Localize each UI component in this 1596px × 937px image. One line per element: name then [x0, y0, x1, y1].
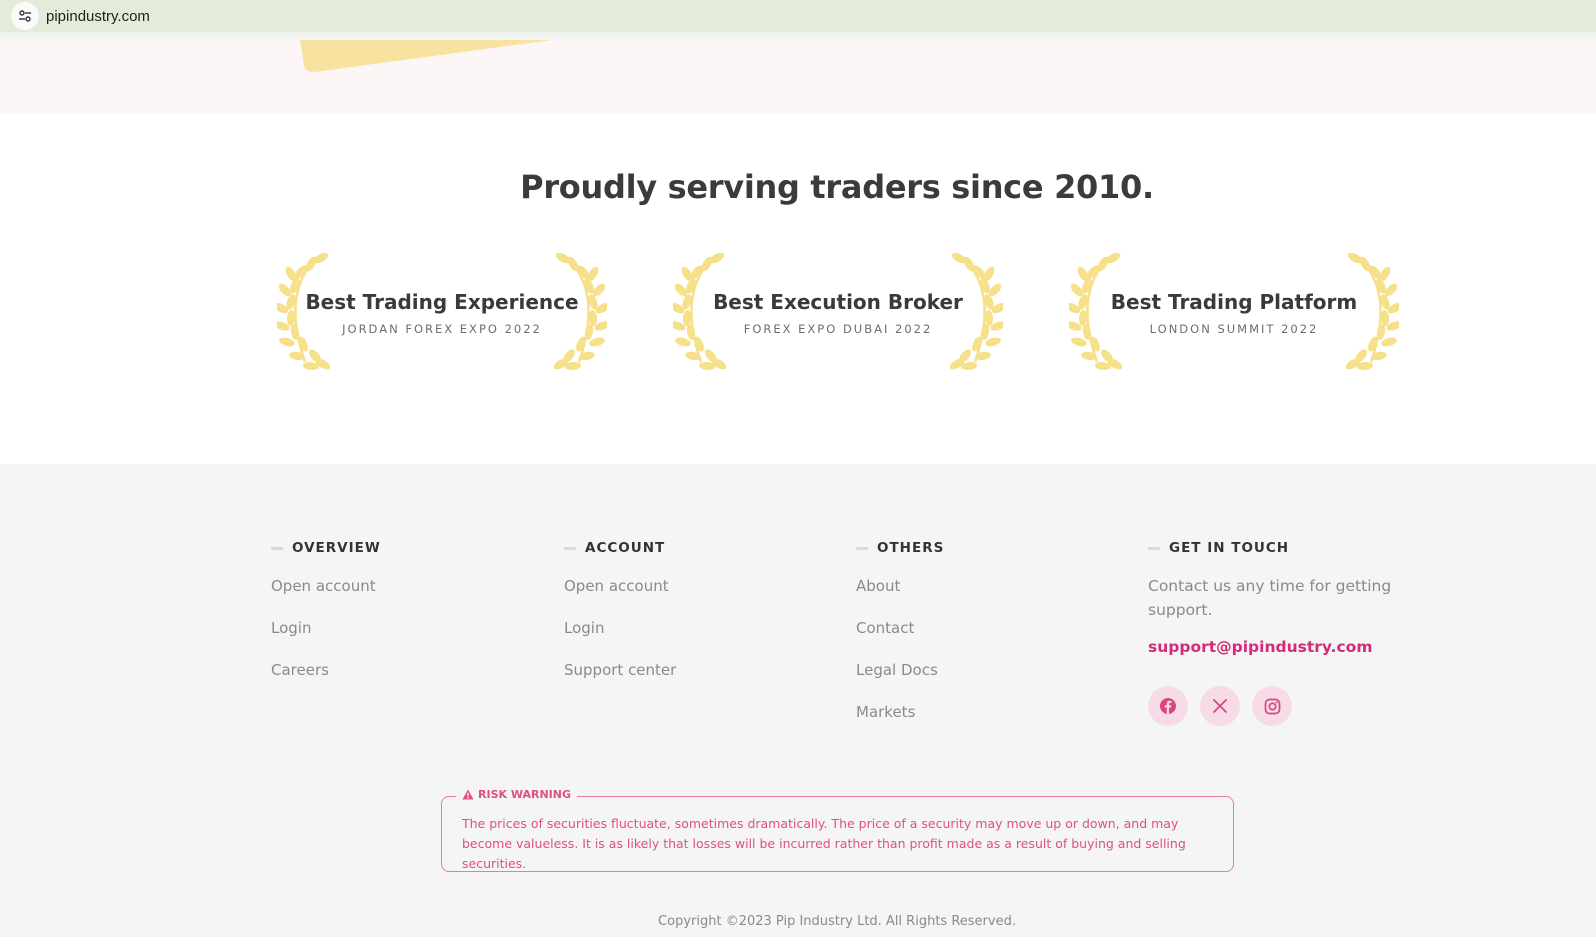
footer-heading: ACCOUNT — [564, 538, 676, 558]
toolbar-shadow — [0, 32, 1596, 40]
risk-warning-label: RISK WARNING — [456, 788, 577, 801]
risk-warning-text: The prices of securities fluctuate, some… — [462, 816, 1186, 871]
award-title: Best Trading Platform — [1110, 290, 1358, 314]
heading-dash — [564, 546, 576, 550]
footer-heading-label: OTHERS — [877, 540, 945, 556]
x-button[interactable] — [1200, 686, 1240, 726]
footer-link-careers[interactable]: Careers — [271, 659, 381, 701]
social-links — [1148, 686, 1398, 726]
heading-dash — [856, 546, 868, 550]
risk-warning-box: RISK WARNING The prices of securities fl… — [441, 788, 1234, 872]
footer-heading: OVERVIEW — [271, 538, 381, 558]
risk-warning-title: RISK WARNING — [478, 788, 571, 801]
footer-link-contact[interactable]: Contact — [856, 617, 944, 659]
award-title: Best Execution Broker — [713, 290, 963, 314]
awards-heading: Proudly serving traders since 2010. — [520, 168, 1154, 206]
url-text[interactable]: pipindustry.com — [46, 8, 150, 25]
footer-links: Open account Login Careers — [271, 575, 381, 701]
heading-dash — [271, 546, 283, 550]
hero-section-bottom — [0, 40, 1596, 114]
footer-column-overview: OVERVIEW Open account Login Careers — [271, 538, 381, 701]
facebook-icon — [1160, 698, 1176, 714]
footer-links: Open account Login Support center — [564, 575, 676, 701]
award-card: Best Trading Experience JORDAN FOREX EXP… — [277, 252, 607, 372]
award-title: Best Trading Experience — [305, 290, 579, 314]
footer-link-login[interactable]: Login — [271, 617, 381, 659]
footer-link-support-center[interactable]: Support center — [564, 659, 676, 701]
footer-link-about[interactable]: About — [856, 575, 944, 617]
warning-icon — [462, 789, 474, 800]
instagram-icon — [1264, 698, 1280, 714]
site-footer: OVERVIEW Open account Login Careers ACCO… — [0, 464, 1596, 937]
contact-description: Contact us any time for getting support. — [1148, 577, 1392, 619]
browser-address-bar: pipindustry.com — [0, 0, 1596, 32]
footer-column-others: OTHERS About Contact Legal Docs Markets — [856, 538, 944, 743]
footer-heading-label: ACCOUNT — [585, 540, 666, 556]
heading-dash — [1148, 546, 1160, 550]
footer-links: About Contact Legal Docs Markets — [856, 575, 944, 743]
instagram-button[interactable] — [1252, 686, 1292, 726]
award-subtitle: JORDAN FOREX EXPO 2022 — [342, 322, 542, 336]
award-subtitle: FOREX EXPO DUBAI 2022 — [743, 322, 933, 336]
awards-section: Proudly serving traders since 2010. Best… — [0, 114, 1596, 464]
tune-icon — [19, 10, 31, 22]
footer-link-open-account[interactable]: Open account — [564, 575, 676, 617]
footer-heading: OTHERS — [856, 538, 944, 558]
award-card: Best Execution Broker FOREX EXPO DUBAI 2… — [673, 252, 1003, 372]
footer-link-markets[interactable]: Markets — [856, 701, 944, 743]
footer-heading: GET IN TOUCH — [1148, 538, 1398, 558]
site-info-button[interactable] — [11, 2, 39, 30]
footer-heading-label: GET IN TOUCH — [1169, 540, 1290, 556]
footer-link-login[interactable]: Login — [564, 617, 676, 659]
footer-link-legal-docs[interactable]: Legal Docs — [856, 659, 944, 701]
facebook-button[interactable] — [1148, 686, 1188, 726]
award-card: Best Trading Platform LONDON SUMMIT 2022 — [1069, 252, 1399, 372]
decorative-card-shape — [300, 40, 552, 72]
footer-column-account: ACCOUNT Open account Login Support cente… — [564, 538, 676, 701]
footer-heading-label: OVERVIEW — [292, 540, 381, 556]
copyright-text: Copyright ©2023 Pip Industry Ltd. All Ri… — [658, 914, 1016, 929]
x-icon — [1212, 698, 1228, 714]
support-email-link[interactable]: support@pipindustry.com — [1148, 638, 1398, 656]
footer-link-open-account[interactable]: Open account — [271, 575, 381, 617]
footer-column-contact: GET IN TOUCH Contact us any time for get… — [1148, 538, 1398, 726]
award-subtitle: LONDON SUMMIT 2022 — [1149, 322, 1319, 336]
